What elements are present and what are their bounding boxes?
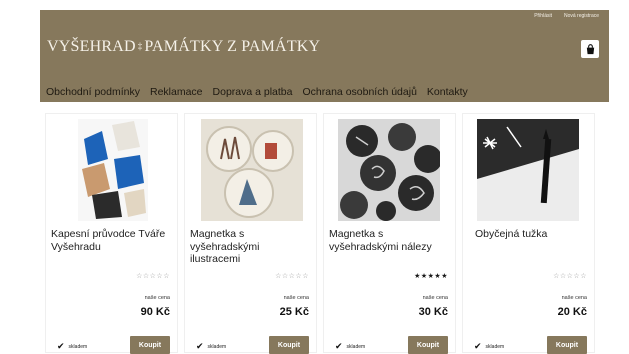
stock-status: ✔ skladem (335, 341, 365, 352)
brand-right: PAMÁTKY Z PAMÁTKY (144, 38, 321, 55)
nav-item-obchodni-podminky[interactable]: Obchodní podmínky (46, 86, 140, 98)
product-name[interactable]: Magnetka s vyšehradskými ilustracemi (190, 228, 312, 266)
stock-label: skladem (68, 343, 88, 350)
nav-item-reklamace[interactable]: Reklamace (150, 86, 203, 98)
site-logo[interactable]: VYŠEHRAD ‡ PAMÁTKY Z PAMÁTKY (47, 38, 320, 56)
product-image[interactable] (201, 119, 303, 221)
account-links: Přihlásit Nová registrace (534, 13, 599, 19)
product-card: Magnetka s vyšehradskými nálezy ★★★★★ na… (323, 113, 456, 354)
cart-button[interactable] (581, 40, 599, 58)
buy-button[interactable]: Koupit (408, 336, 448, 354)
buy-button[interactable]: Koupit (130, 336, 170, 354)
brand-separator: ‡ (137, 41, 143, 51)
rating-stars: ☆☆☆☆☆ (136, 273, 170, 280)
check-icon: ✔ (474, 341, 482, 351)
price-value: 90 Kč (140, 306, 170, 318)
product-card: Kapesní průvodce Tváře Vyšehradu ☆☆☆☆☆ n… (45, 113, 178, 354)
shopping-bag-icon (586, 43, 594, 54)
nav-item-kontakty[interactable]: Kontakty (427, 86, 468, 98)
price-value: 20 Kč (557, 306, 587, 318)
product-card: Obyčejná tužka ☆☆☆☆☆ naše cena 20 Kč ✔ s… (462, 113, 597, 354)
product-card: Magnetka s vyšehradskými ilustracemi ☆☆☆… (184, 113, 317, 354)
register-link[interactable]: Nová registrace (564, 13, 599, 19)
brand-left: VYŠEHRAD (47, 38, 136, 55)
rating-stars: ☆☆☆☆☆ (553, 273, 587, 280)
product-image[interactable] (338, 119, 440, 221)
rating-stars: ★★★★★ (414, 273, 448, 280)
stock-label: skladem (485, 343, 505, 350)
header-bar: Přihlásit Nová registrace VYŠEHRAD ‡ PAMÁT… (40, 10, 609, 102)
price-label: naše cena (283, 295, 309, 301)
price-value: 25 Kč (279, 306, 309, 318)
rating-stars: ☆☆☆☆☆ (275, 273, 309, 280)
price-label: naše cena (144, 295, 170, 301)
product-name[interactable]: Kapesní průvodce Tváře Vyšehradu (51, 228, 173, 253)
main-nav: Obchodní podmínky Reklamace Doprava a pl… (46, 86, 468, 98)
product-name[interactable]: Obyčejná tužka (475, 228, 597, 241)
stock-label: skladem (207, 343, 227, 350)
stock-status: ✔ skladem (57, 341, 87, 352)
buy-button[interactable]: Koupit (547, 336, 587, 354)
product-image[interactable] (78, 119, 148, 221)
stock-label: skladem (346, 343, 366, 350)
check-icon: ✔ (196, 341, 204, 351)
buy-button[interactable]: Koupit (269, 336, 309, 354)
product-image[interactable] (477, 119, 579, 221)
nav-item-ochrana-osobnich-udaju[interactable]: Ochrana osobních údajů (303, 86, 417, 98)
nav-item-doprava-a-platba[interactable]: Doprava a platba (213, 86, 293, 98)
product-name[interactable]: Magnetka s vyšehradskými nálezy (329, 228, 451, 253)
stock-status: ✔ skladem (196, 341, 226, 352)
price-label: naše cena (422, 295, 448, 301)
login-link[interactable]: Přihlásit (534, 13, 552, 19)
price-value: 30 Kč (418, 306, 448, 318)
product-grid: Kapesní průvodce Tváře Vyšehradu ☆☆☆☆☆ n… (45, 113, 597, 354)
check-icon: ✔ (57, 341, 65, 351)
price-label: naše cena (561, 295, 587, 301)
check-icon: ✔ (335, 341, 343, 351)
stock-status: ✔ skladem (474, 341, 504, 352)
